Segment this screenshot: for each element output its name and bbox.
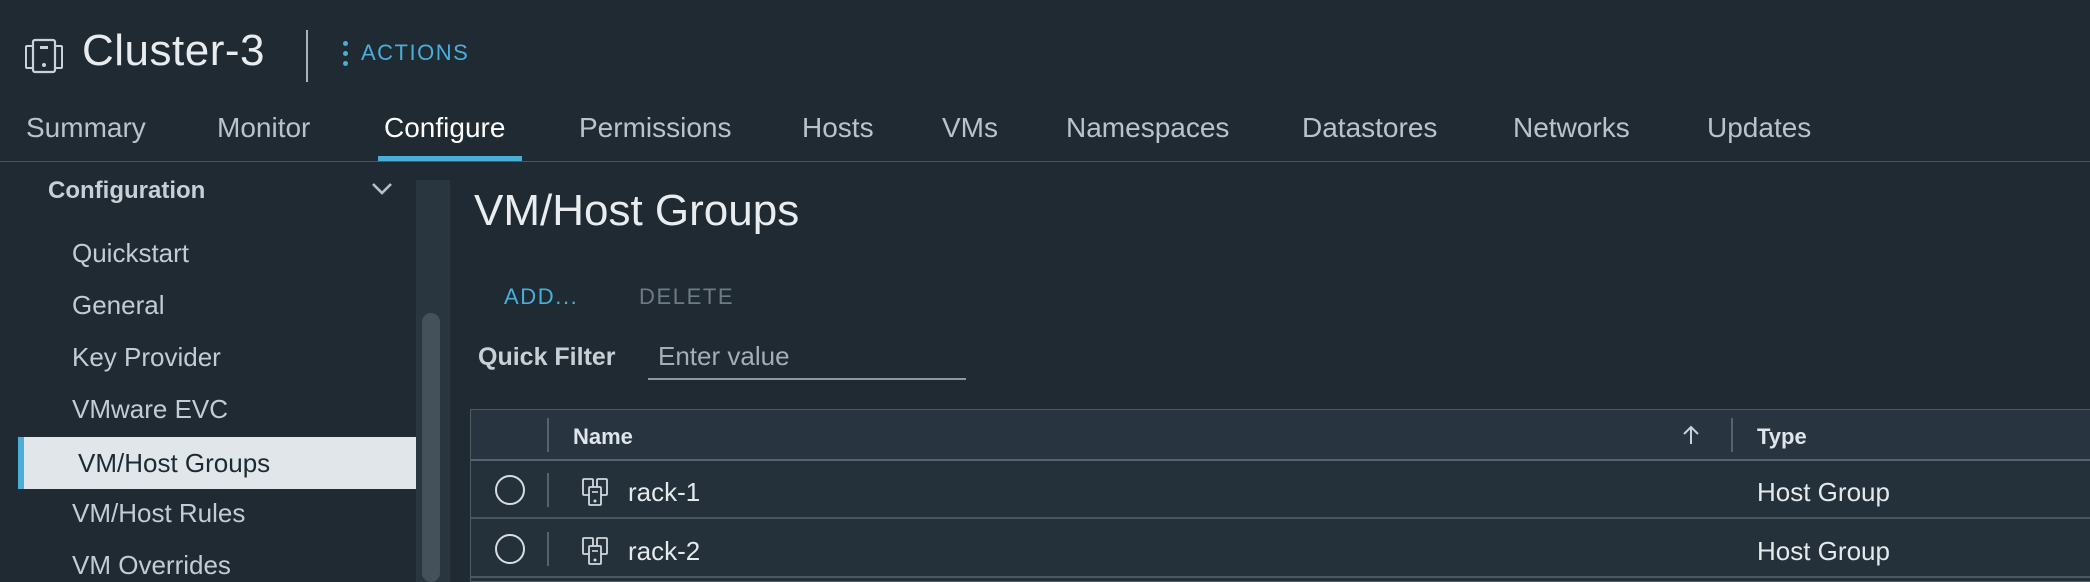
host-group-icon	[582, 537, 608, 565]
actions-menu-button[interactable]: ACTIONS	[343, 40, 469, 66]
table-row[interactable]: rack-1 Host Group	[471, 461, 2090, 519]
grid-header: Name Type	[471, 410, 2090, 461]
tab-networks[interactable]: Networks	[1513, 112, 1630, 144]
tab-permissions[interactable]: Permissions	[579, 112, 731, 144]
chevron-down-icon[interactable]	[368, 179, 396, 199]
tab-datastores[interactable]: Datastores	[1302, 112, 1437, 144]
table-row[interactable]: rack-2 Host Group	[471, 520, 2090, 578]
column-separator[interactable]	[1731, 418, 1733, 452]
section-title: VM/Host Groups	[474, 186, 800, 235]
tab-namespaces[interactable]: Namespaces	[1066, 112, 1229, 144]
object-header: Cluster-3 ACTIONS	[0, 0, 2090, 108]
tab-configure[interactable]: Configure	[384, 112, 505, 144]
sidebar-section-configuration[interactable]: Configuration	[48, 177, 205, 205]
actions-label: ACTIONS	[361, 40, 470, 65]
row-select-radio[interactable]	[495, 475, 525, 505]
sidebar-item-quickstart[interactable]: Quickstart	[18, 227, 416, 279]
row-type-cell: Host Group	[1757, 477, 1890, 507]
page-title: Cluster-3	[82, 26, 265, 75]
active-tab-indicator	[378, 156, 522, 161]
add-button[interactable]: ADD...	[504, 284, 578, 310]
tab-monitor[interactable]: Monitor	[217, 112, 310, 144]
row-name-cell[interactable]: rack-2	[628, 536, 700, 567]
object-tabs: Summary Monitor Configure Permissions Ho…	[0, 108, 2090, 162]
sidebar-item-vm-host-groups[interactable]: VM/Host Groups	[18, 437, 416, 489]
row-select-radio[interactable]	[495, 534, 525, 564]
sidebar-scrollbar-thumb[interactable]	[422, 313, 440, 582]
sidebar-item-vm-host-rules[interactable]: VM/Host Rules	[18, 487, 416, 539]
row-name-cell[interactable]: rack-1	[628, 477, 700, 508]
tab-hosts[interactable]: Hosts	[802, 112, 874, 144]
column-separator[interactable]	[547, 418, 549, 452]
tab-summary[interactable]: Summary	[26, 112, 146, 144]
tab-vms[interactable]: VMs	[942, 112, 998, 144]
vertical-ellipsis-icon	[343, 40, 349, 66]
vm-host-groups-grid: Name Type rack-1 Host Group rack-2 Host …	[470, 409, 2090, 582]
tab-updates[interactable]: Updates	[1707, 112, 1811, 144]
delete-button[interactable]: DELETE	[639, 284, 734, 310]
column-separator	[547, 473, 549, 507]
column-header-name[interactable]: Name	[573, 424, 633, 450]
quick-filter-label: Quick Filter	[478, 343, 616, 371]
quick-filter-input[interactable]	[648, 334, 966, 380]
sidebar-item-general[interactable]: General	[18, 279, 416, 331]
row-type-cell: Host Group	[1757, 536, 1890, 566]
sidebar-item-vmware-evc[interactable]: VMware EVC	[18, 383, 416, 435]
column-separator	[547, 532, 549, 566]
sidebar-item-vm-overrides[interactable]: VM Overrides	[18, 539, 416, 582]
host-group-icon	[582, 478, 608, 506]
column-header-type[interactable]: Type	[1757, 424, 1807, 450]
title-divider	[306, 30, 308, 82]
configure-sidebar: Configuration Quickstart General Key Pro…	[18, 163, 416, 582]
sort-ascending-icon[interactable]	[1681, 424, 1701, 446]
sidebar-item-key-provider[interactable]: Key Provider	[18, 331, 416, 383]
vsphere-page: Cluster-3 ACTIONS Summary Monitor Config…	[0, 0, 2090, 582]
cluster-icon	[25, 38, 63, 74]
